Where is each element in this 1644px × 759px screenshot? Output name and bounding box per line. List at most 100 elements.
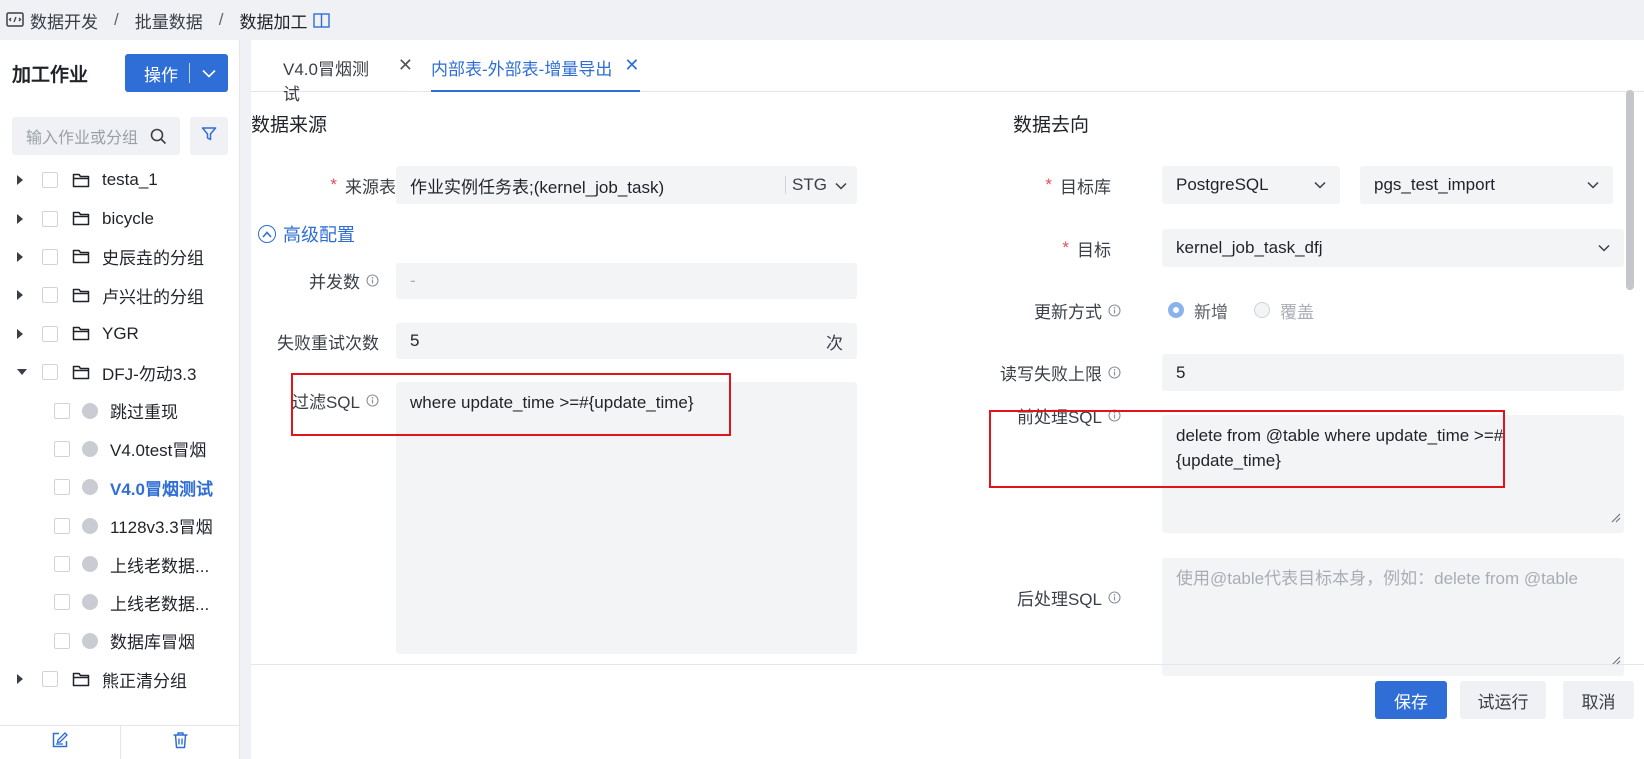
resize-handle-icon[interactable] (1610, 505, 1621, 530)
info-icon[interactable] (1108, 365, 1121, 379)
field-divider (785, 176, 787, 194)
radio-indicator (1168, 302, 1184, 318)
tree-checkbox[interactable] (54, 402, 70, 419)
folder-icon (72, 672, 90, 687)
delete-button[interactable] (121, 726, 241, 759)
breadcrumb: 数据开发 / 批量数据 / 数据加工 (0, 0, 1644, 40)
radio-append[interactable]: 新增 (1168, 298, 1228, 323)
fail-limit-input[interactable]: 5 (1162, 354, 1624, 391)
pre-sql-highlight-box (989, 410, 1505, 488)
save-button[interactable]: 保存 (1375, 681, 1447, 719)
caret-right-icon[interactable] (16, 673, 28, 685)
caret-right-icon[interactable] (16, 251, 28, 263)
radio-overwrite[interactable]: 覆盖 (1254, 298, 1314, 323)
tree-checkbox[interactable] (54, 517, 70, 534)
caret-right-icon[interactable] (16, 213, 28, 225)
trial-run-button[interactable]: 试运行 (1460, 681, 1546, 719)
info-icon[interactable] (366, 273, 379, 287)
tree-item-label: V4.0test冒烟 (110, 441, 207, 461)
source-table-select[interactable]: 作业实例任务表;(kernel_job_task) STG (396, 166, 857, 204)
tree-item-label: 1128v3.3冒烟 (110, 518, 213, 538)
retry-count-input[interactable]: 5 次 (396, 323, 857, 359)
tree-job[interactable]: 跳过重现 (0, 391, 240, 429)
tree-checkbox[interactable] (54, 479, 70, 496)
vertical-scrollbar[interactable] (1626, 90, 1634, 290)
tree-checkbox[interactable] (54, 440, 70, 457)
chevron-down-icon[interactable] (190, 69, 228, 78)
tree-folder[interactable]: testa_1 (0, 161, 240, 199)
target-db-label: * 目标库 (1045, 175, 1111, 197)
tree-checkbox[interactable] (42, 172, 58, 189)
source-table-value: 作业实例任务表;(kernel_job_task) (410, 177, 665, 197)
tree-job[interactable]: 上线老数据... (0, 545, 240, 583)
db-type-select[interactable]: PostgreSQL (1162, 166, 1340, 204)
chevron-down-icon[interactable] (1314, 181, 1340, 189)
tree-job[interactable]: 上线老数据... (0, 583, 240, 621)
tree-job[interactable]: V4.0test冒烟 (0, 430, 240, 468)
tab-internal-external-export[interactable]: 内部表-外部表-增量导出 ✕ (431, 55, 640, 92)
target-table-select[interactable]: kernel_job_task_dfj (1162, 229, 1624, 267)
tree-job-active[interactable]: V4.0冒烟测试 (0, 468, 240, 506)
job-search-input[interactable]: 输入作业或分组 (12, 117, 180, 155)
db-name-select[interactable]: pgs_test_import (1360, 166, 1613, 204)
trash-icon (172, 731, 189, 754)
tree-item-label: 跳过重现 (110, 403, 178, 423)
concurrency-input[interactable]: - (396, 263, 857, 299)
tree-job[interactable]: 数据库冒烟 (0, 622, 240, 660)
tree-checkbox[interactable] (42, 287, 58, 304)
tree-checkbox[interactable] (54, 594, 70, 611)
caret-right-icon[interactable] (16, 289, 28, 301)
tree-item-label: V4.0冒烟测试 (110, 479, 213, 499)
concurrency-label: 并发数 (271, 262, 379, 298)
tree-item-label: 史辰垚的分组 (102, 249, 204, 269)
info-icon[interactable] (1108, 303, 1121, 317)
close-icon[interactable]: ✕ (398, 55, 413, 75)
tree-job[interactable]: 1128v3.3冒烟 (0, 507, 240, 545)
caret-right-icon[interactable] (16, 328, 28, 340)
caret-down-icon[interactable] (16, 368, 28, 376)
tree-item-label: bicycle (102, 208, 154, 228)
tree-item-label: testa_1 (102, 170, 158, 190)
post-sql-textarea[interactable]: 使用@table代表目标本身，例如：delete from @table (1162, 558, 1624, 676)
close-icon[interactable]: ✕ (624, 55, 639, 75)
edit-button[interactable] (0, 726, 121, 759)
tree-folder[interactable]: 卢兴壮的分组 (0, 276, 240, 314)
tree-checkbox[interactable] (42, 671, 58, 688)
sidebar-header: 加工作业 操作 (12, 54, 228, 92)
form-footer: 保存 试运行 取消 (251, 664, 1644, 759)
filter-button[interactable] (190, 117, 228, 155)
folder-icon (72, 365, 90, 380)
chevron-down-icon[interactable] (1598, 244, 1624, 252)
tree-folder[interactable]: 熊正清分组 (0, 660, 240, 698)
job-status-icon (82, 632, 98, 649)
tree-checkbox[interactable] (42, 325, 58, 342)
advanced-config-toggle[interactable]: 高级配置 (258, 221, 355, 247)
search-icon[interactable] (150, 128, 180, 145)
tree-folder[interactable]: YGR (0, 315, 240, 353)
tree-folder[interactable]: bicycle (0, 199, 240, 237)
tree-checkbox[interactable] (42, 364, 58, 381)
main-panel: V4.0冒烟测试 ✕ 内部表-外部表-增量导出 ✕ 数据来源 * 来源表 作业实… (251, 40, 1644, 759)
tree-folder[interactable]: 史辰垚的分组 (0, 238, 240, 276)
tab-label: V4.0冒烟测试 (283, 60, 369, 104)
caret-right-icon[interactable] (16, 174, 28, 186)
cancel-button[interactable]: 取消 (1563, 681, 1634, 719)
job-sidebar: 加工作业 操作 输入作业或分组 testa_1 bicycle 史辰垚的分组 卢… (0, 40, 240, 759)
breadcrumb-item-data-dev[interactable]: 数据开发 (6, 8, 98, 33)
tab-v4-smoke-test[interactable]: V4.0冒烟测试 ✕ (283, 55, 413, 104)
book-icon[interactable] (313, 12, 331, 28)
info-icon[interactable] (1108, 590, 1121, 604)
job-status-icon (82, 556, 98, 573)
breadcrumb-item-batch-data[interactable]: 批量数据 (135, 8, 203, 33)
chevron-down-icon[interactable] (1587, 181, 1613, 189)
tree-checkbox[interactable] (42, 248, 58, 265)
tree-checkbox[interactable] (42, 210, 58, 227)
schema-select[interactable]: STG (792, 175, 827, 195)
tree-checkbox[interactable] (54, 556, 70, 573)
tree-folder[interactable]: DFJ-勿动3.3 (0, 353, 240, 391)
tree-checkbox[interactable] (54, 632, 70, 649)
operate-dropdown-button[interactable]: 操作 (125, 54, 228, 92)
chevron-down-icon[interactable] (835, 175, 847, 195)
retry-unit: 次 (826, 333, 843, 353)
tree-item-label: 数据库冒烟 (110, 633, 195, 653)
